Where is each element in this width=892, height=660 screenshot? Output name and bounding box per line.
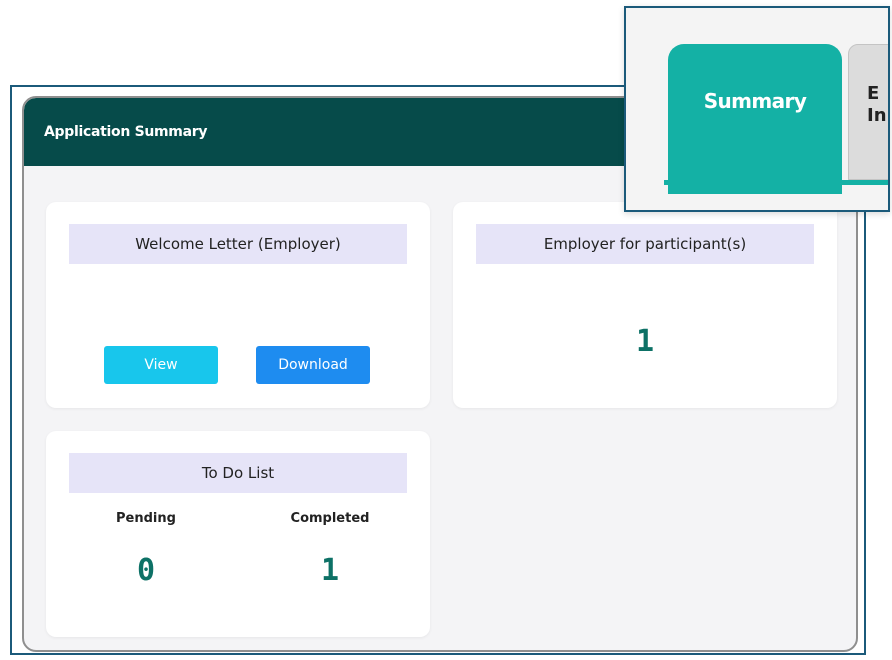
pending-count[interactable]: 0	[96, 553, 196, 588]
tab-underline	[664, 180, 888, 185]
employer-participants-count: 1	[635, 324, 655, 359]
welcome-letter-card: Welcome Letter (Employer) View Download	[46, 202, 430, 408]
tab-next-label-line2: In	[867, 105, 887, 126]
completed-count[interactable]: 1	[275, 553, 385, 588]
tabs-zoom-inset: Summary E In	[624, 6, 890, 212]
screen: Application Summary Welcome Letter (Empl…	[0, 0, 892, 660]
tab-next-label-line1: E	[867, 83, 880, 104]
todo-list-card-title: To Do List	[69, 453, 407, 493]
tab-next-partial[interactable]: E In	[848, 44, 888, 180]
panel-title: Application Summary	[44, 124, 208, 140]
view-button[interactable]: View	[104, 346, 218, 384]
tab-summary-label: Summary	[703, 89, 807, 113]
employer-participants-card: Employer for participant(s) 1	[453, 202, 837, 408]
pending-label: Pending	[116, 511, 176, 526]
completed-label: Completed	[290, 511, 370, 526]
employer-participants-card-title: Employer for participant(s)	[476, 224, 814, 264]
todo-list-card: To Do List Pending Completed 0 1	[46, 431, 430, 637]
welcome-letter-card-title: Welcome Letter (Employer)	[69, 224, 407, 264]
tab-summary[interactable]: Summary	[668, 44, 842, 194]
download-button[interactable]: Download	[256, 346, 370, 384]
